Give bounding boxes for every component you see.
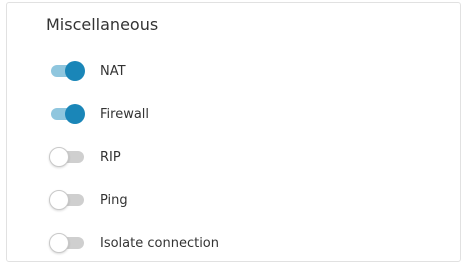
nat-label: NAT [100,63,126,79]
ping-toggle[interactable] [49,188,87,212]
section-title: Miscellaneous [46,15,159,34]
toggle-row-nat: NAT [49,59,126,83]
toggle-row-isolate-connection: Isolate connection [49,231,219,255]
isolate-connection-label: Isolate connection [100,235,219,251]
toggle-row-ping: Ping [49,188,128,212]
toggle-row-firewall: Firewall [49,102,149,126]
ping-label: Ping [100,192,128,208]
nat-toggle[interactable] [49,59,87,83]
toggle-knob [65,104,85,124]
rip-label: RIP [100,149,121,165]
toggle-knob [49,233,69,253]
toggle-knob [65,61,85,81]
toggle-knob [49,190,69,210]
toggle-knob [49,147,69,167]
rip-toggle[interactable] [49,145,87,169]
miscellaneous-panel: Miscellaneous NAT Firewall RIP Ping Isol… [6,2,461,262]
toggle-row-rip: RIP [49,145,121,169]
firewall-toggle[interactable] [49,102,87,126]
isolate-connection-toggle[interactable] [49,231,87,255]
firewall-label: Firewall [100,106,150,122]
